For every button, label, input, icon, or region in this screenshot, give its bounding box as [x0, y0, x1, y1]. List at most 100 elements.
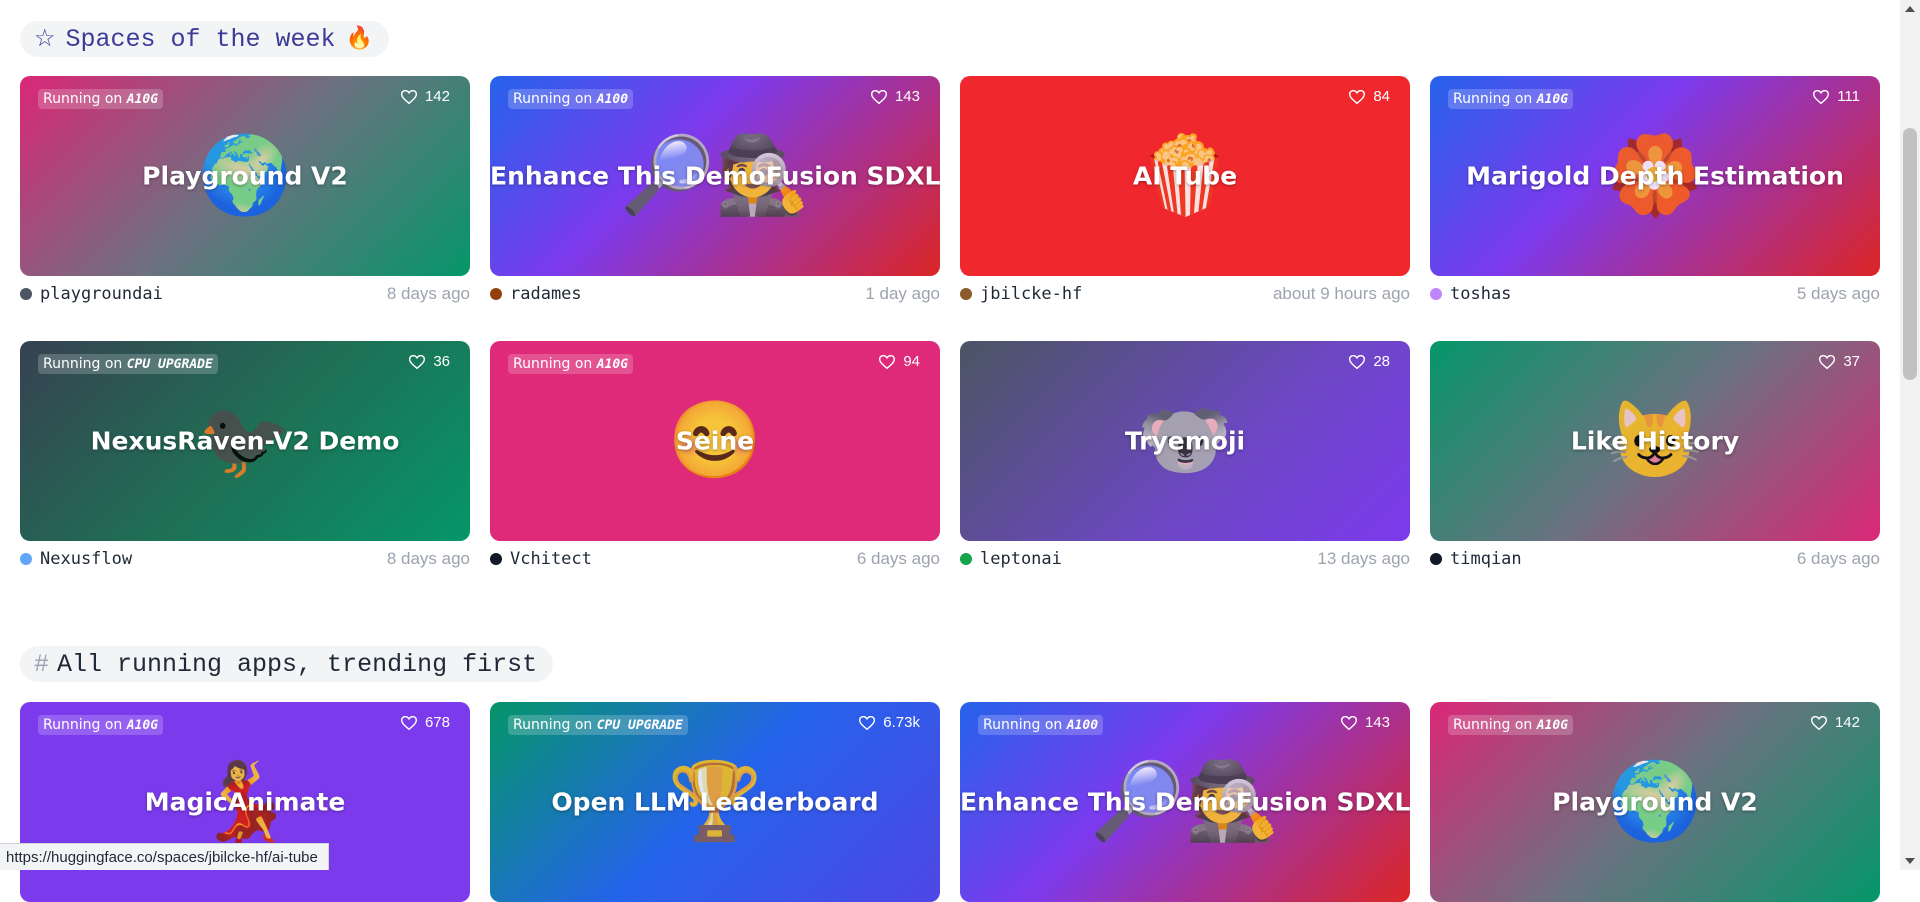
space-meta: jbilcke-hf about 9 hours ago	[960, 282, 1410, 306]
space-card[interactable]: 🍿 84 AI Tube	[960, 76, 1410, 276]
space-title: AI Tube	[1132, 161, 1238, 191]
running-on-label: Running on	[43, 91, 123, 107]
updated-time: about 9 hours ago	[1272, 284, 1410, 303]
author-name: Nexusflow	[40, 549, 133, 569]
space-author[interactable]: jbilcke-hf	[960, 284, 1082, 304]
author-name: Vchitect	[510, 549, 592, 569]
space-card[interactable]: 🏆 Running on CPU UPGRADE 6.73k Open LLM Lea…	[490, 702, 940, 902]
avatar	[1430, 553, 1442, 565]
scroll-down-arrow-icon[interactable]	[1905, 858, 1915, 864]
space-card[interactable]: 😺 37 Like History	[1430, 341, 1880, 541]
space-title: NexusRaven-V2 Demo	[90, 426, 400, 456]
space-card[interactable]: 🔎🕵️ Running on A100 143 Enhance This DemoFu…	[490, 76, 940, 276]
like-count[interactable]: 6.73k	[859, 714, 920, 731]
running-on-label: Running on	[983, 717, 1063, 733]
section-title-text: Spaces of the week	[65, 24, 336, 54]
scrollbar[interactable]	[1900, 0, 1920, 870]
hardware-badge: Running on A10G	[38, 715, 164, 735]
like-count[interactable]: 111	[1813, 88, 1860, 105]
like-count[interactable]: 37	[1819, 353, 1860, 370]
hardware-label: A10G	[1536, 718, 1569, 733]
running-on-label: Running on	[513, 717, 593, 733]
space-meta: playgroundai 8 days ago	[20, 282, 470, 306]
space-card[interactable]: 😊 Running on A10G 94 Seine	[490, 341, 940, 541]
like-count-value: 142	[424, 88, 450, 105]
space-author[interactable]: Vchitect	[490, 549, 592, 569]
hardware-badge: Running on A10G	[1448, 89, 1574, 109]
hardware-label: A10G	[126, 92, 159, 107]
running-on-label: Running on	[513, 356, 593, 372]
space-meta: timqian 6 days ago	[1430, 547, 1880, 571]
space-card[interactable]: 🔎🕵️ Running on A100 143 Enhance This DemoFu…	[960, 702, 1410, 902]
heart-icon	[1349, 89, 1366, 104]
updated-time: 8 days ago	[386, 549, 470, 568]
like-count-value: 143	[1364, 714, 1390, 731]
heart-icon	[400, 89, 417, 104]
hardware-badge: Running on A100	[508, 89, 634, 109]
heart-icon	[1813, 89, 1830, 104]
like-count[interactable]: 143	[870, 88, 920, 105]
space-card[interactable]: 💃 Running on A10G 678 MagicAnimate	[20, 702, 470, 902]
author-name: radames	[510, 284, 582, 304]
like-count[interactable]: 94	[879, 353, 920, 370]
space-title: Like History	[1570, 426, 1740, 456]
hash-icon: #	[34, 649, 50, 679]
running-on-label: Running on	[1453, 717, 1533, 733]
space-card[interactable]: 🌍 Running on A10G 142 Playground V2	[20, 76, 470, 276]
like-count[interactable]: 36	[409, 353, 450, 370]
space-author[interactable]: Nexusflow	[20, 549, 132, 569]
running-on-label: Running on	[43, 356, 123, 372]
like-count[interactable]: 678	[400, 714, 450, 731]
hardware-label: A100	[596, 92, 629, 107]
like-count-value: 143	[894, 88, 920, 105]
updated-time: 1 day ago	[865, 284, 940, 303]
space-author[interactable]: leptonai	[960, 549, 1062, 569]
like-count[interactable]: 28	[1349, 353, 1390, 370]
space-title: Playground V2	[1552, 787, 1758, 817]
running-on-label: Running on	[43, 717, 123, 733]
running-on-label: Running on	[1453, 91, 1533, 107]
heart-icon	[1349, 354, 1366, 369]
space-author[interactable]: toshas	[1430, 284, 1511, 304]
space-title: Playground V2	[142, 161, 348, 191]
updated-time: 5 days ago	[1796, 284, 1880, 303]
hardware-label: A10G	[126, 718, 159, 733]
heart-icon	[1819, 354, 1836, 369]
scrollbar-thumb[interactable]	[1903, 128, 1917, 380]
like-count[interactable]: 143	[1340, 714, 1390, 731]
like-count-value: 28	[1373, 353, 1390, 370]
all-running-heading: # All running apps, trending first	[20, 646, 554, 682]
avatar	[20, 553, 32, 565]
space-title: Marigold Depth Estimation	[1466, 161, 1844, 191]
like-count[interactable]: 142	[1810, 714, 1860, 731]
updated-time: 13 days ago	[1317, 549, 1410, 568]
space-author[interactable]: radames	[490, 284, 582, 304]
space-title: Enhance This DemoFusion SDXL	[490, 161, 940, 191]
updated-time: 6 days ago	[1796, 549, 1880, 568]
like-count[interactable]: 142	[400, 88, 450, 105]
scroll-up-arrow-icon[interactable]	[1905, 6, 1915, 12]
hardware-label: A10G	[596, 357, 629, 372]
space-card[interactable]: 🏵️ Running on A10G 111 Marigold Depth Estim…	[1430, 76, 1880, 276]
like-count-value: 142	[1834, 714, 1860, 731]
space-card[interactable]: 🌍 Running on A10G 142 Playground V2	[1430, 702, 1880, 902]
space-author[interactable]: timqian	[1430, 549, 1522, 569]
avatar	[490, 288, 502, 300]
heart-icon	[859, 715, 876, 730]
heart-icon	[1340, 715, 1357, 730]
like-count[interactable]: 84	[1349, 88, 1390, 105]
like-count-value: 36	[433, 353, 450, 370]
hardware-label: A100	[1066, 718, 1099, 733]
author-name: jbilcke-hf	[980, 284, 1083, 304]
space-author[interactable]: playgroundai	[20, 284, 163, 304]
space-card[interactable]: 🐦‍⬛ Running on CPU UPGRADE 36 NexusRaven-V2…	[20, 341, 470, 541]
heart-icon	[1810, 715, 1827, 730]
space-card[interactable]: 🐨 28 Tryemoji	[960, 341, 1410, 541]
like-count-value: 84	[1373, 88, 1390, 105]
spaces-of-week-heading: ☆ Spaces of the week 🔥	[20, 21, 389, 57]
like-count-value: 94	[903, 353, 920, 370]
space-meta: toshas 5 days ago	[1430, 282, 1880, 306]
space-title: MagicAnimate	[144, 787, 346, 817]
author-name: leptonai	[980, 549, 1062, 569]
space-meta: radames 1 day ago	[490, 282, 940, 306]
